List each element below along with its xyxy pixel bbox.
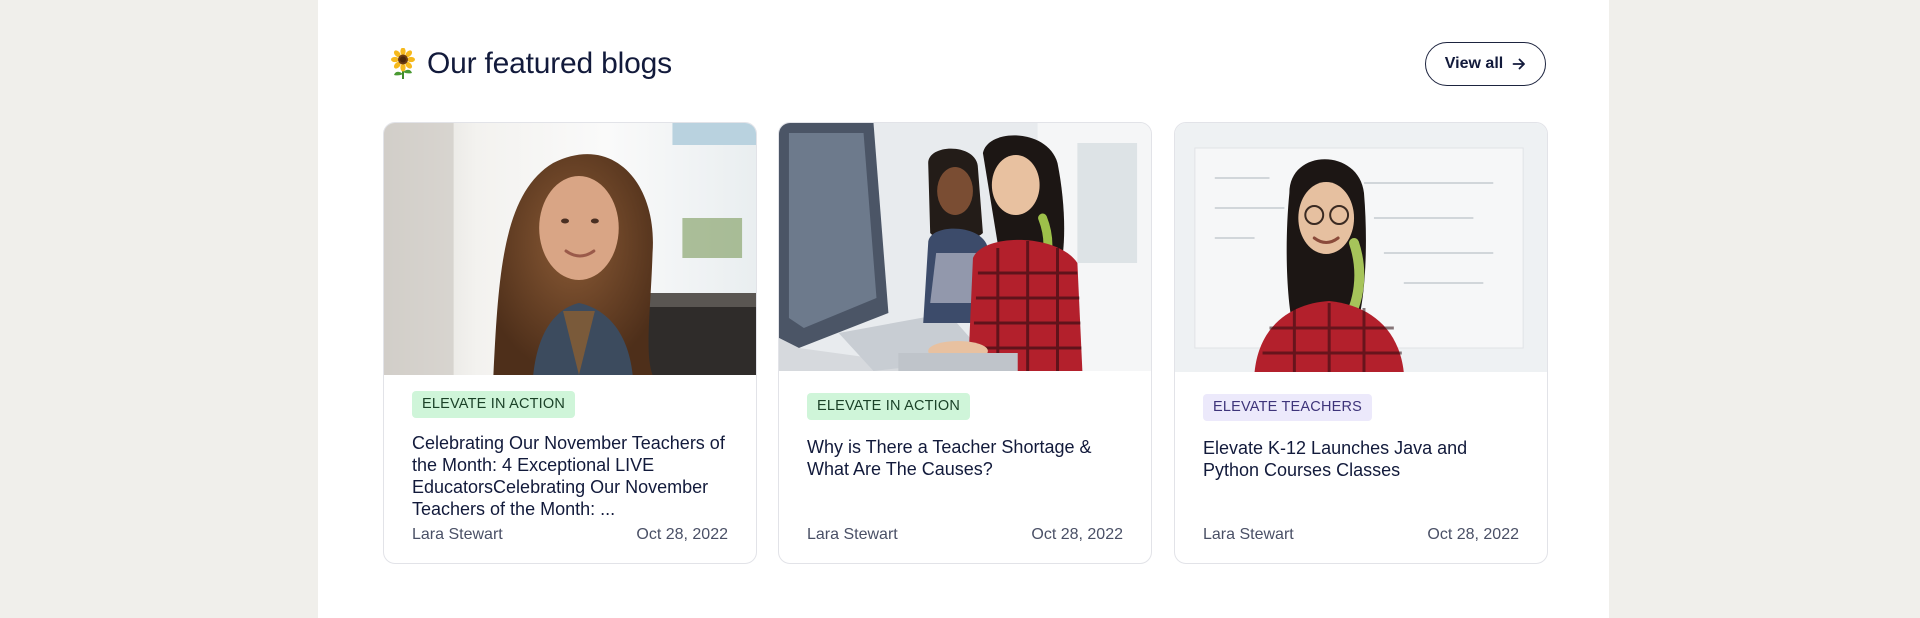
blog-date: Oct 28, 2022	[1031, 526, 1123, 543]
blog-card[interactable]: ELEVATE IN ACTION Celebrating Our Novemb…	[383, 122, 757, 564]
blog-date: Oct 28, 2022	[1427, 526, 1519, 543]
arrow-right-icon	[1512, 58, 1526, 70]
blog-author: Lara Stewart	[1203, 526, 1294, 543]
page-title: Our featured blogs	[427, 47, 672, 80]
view-all-button[interactable]: View all	[1425, 42, 1546, 86]
sunflower-icon	[391, 48, 415, 79]
blog-meta: Lara Stewart Oct 28, 2022	[412, 526, 728, 544]
blog-title[interactable]: Celebrating Our November Teachers of the…	[412, 432, 730, 520]
blog-meta: Lara Stewart Oct 28, 2022	[807, 526, 1123, 544]
blog-title[interactable]: Why is There a Teacher Shortage & What A…	[807, 436, 1125, 480]
blog-card[interactable]: ELEVATE IN ACTION Why is There a Teacher…	[778, 122, 1152, 564]
title-wrap: Our featured blogs	[389, 46, 672, 82]
category-tag: ELEVATE TEACHERS	[1203, 394, 1373, 421]
category-tag: ELEVATE IN ACTION	[807, 393, 971, 420]
blog-meta: Lara Stewart Oct 28, 2022	[1203, 526, 1519, 544]
blog-card-image	[1175, 123, 1547, 372]
section-header: Our featured blogs View all	[389, 41, 1546, 87]
blog-title[interactable]: Elevate K-12 Launches Java and Python Co…	[1203, 437, 1521, 481]
blog-card-image	[779, 123, 1151, 371]
blog-date: Oct 28, 2022	[636, 526, 728, 543]
blog-author: Lara Stewart	[412, 526, 503, 543]
blog-card-image	[384, 123, 756, 375]
blog-card[interactable]: ELEVATE TEACHERS Elevate K-12 Launches J…	[1174, 122, 1548, 564]
view-all-label: View all	[1444, 55, 1504, 72]
blog-author: Lara Stewart	[807, 526, 898, 543]
category-tag: ELEVATE IN ACTION	[412, 391, 576, 418]
